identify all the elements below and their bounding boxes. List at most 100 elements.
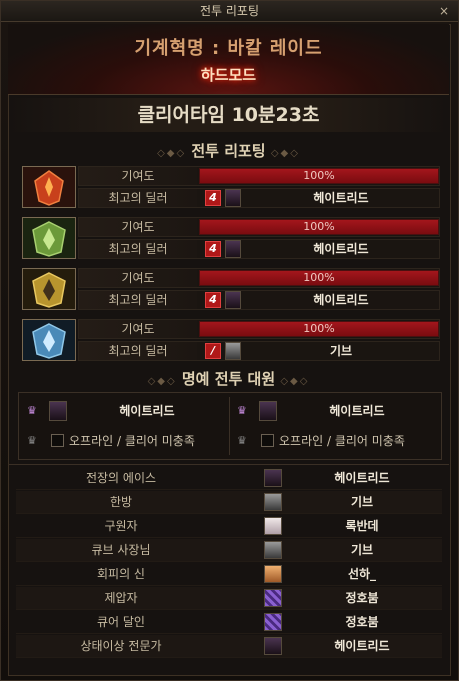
- award-row: 전장의 에이스 헤이트리드: [16, 467, 442, 490]
- divider-ornament-right: ◇◆◇: [280, 376, 310, 387]
- award-recipient: 헤이트리드: [334, 471, 390, 485]
- honor-section-heading: ◇◆◇ 명예 전투 대원 ◇◆◇: [8, 368, 449, 389]
- dungeon-header: 기계혁명 : 바칼 레이드 하드모드: [8, 24, 449, 95]
- orange-avatar: [264, 565, 282, 583]
- crown-icon: ♛: [237, 434, 247, 447]
- award-recipient: 정호붐: [345, 615, 379, 629]
- divider: [8, 464, 449, 465]
- award-title: 한방: [109, 495, 133, 509]
- award-title: 제압자: [104, 591, 138, 605]
- best-dealer-cell: 4 헤이트리드: [199, 240, 439, 258]
- award-recipient: 기브: [350, 495, 374, 509]
- contribution-label: 기여도: [79, 167, 197, 185]
- award-title: 전장의 에이스: [85, 471, 157, 485]
- contribution-bar: 100%: [199, 321, 439, 337]
- best-dealer-line: 최고의 딜러 4 헤이트리드: [78, 188, 440, 208]
- award-row: 큐어 달인 정호붐: [16, 611, 442, 634]
- dark-avatar: [225, 291, 241, 309]
- dark-avatar: [49, 401, 67, 421]
- best-dealer-label: 최고의 딜러: [79, 291, 197, 309]
- award-title: 회피의 신: [97, 567, 145, 581]
- best-dealer-cell: / 기브: [199, 342, 439, 360]
- divider-ornament-left: ◇◆◇: [157, 148, 187, 159]
- class-badge-icon: /: [205, 343, 221, 359]
- contribution-percent: 100%: [303, 169, 335, 182]
- honor-member-empty: ♛ 오프라인 / 클리어 미충족: [233, 429, 438, 453]
- contribution-percent: 100%: [303, 220, 335, 233]
- contribution-label: 기여도: [79, 320, 197, 338]
- honor-member-status: 오프라인 / 클리어 미충족: [279, 434, 405, 448]
- best-dealer-label: 최고의 딜러: [79, 189, 197, 207]
- contribution-bar: 100%: [199, 168, 439, 184]
- crown-icon: ♛: [27, 434, 37, 447]
- empty-slot-icon: [261, 434, 274, 447]
- contribution-line: 기여도 100%: [78, 217, 440, 237]
- boss-gold-icon: [22, 268, 76, 310]
- dark-avatar: [264, 469, 282, 487]
- boss-row: 기여도 100% 최고의 딜러 4 헤이트리드: [22, 166, 442, 210]
- boss-row: 기여도 100% 최고의 딜러 / 기브: [22, 319, 442, 363]
- window-titlebar[interactable]: 전투 리포팅 ×: [1, 1, 458, 22]
- white-avatar: [264, 517, 282, 535]
- gray-avatar: [225, 342, 241, 360]
- award-title: 큐어 달인: [97, 615, 145, 629]
- award-row: 회피의 신 선하_: [16, 563, 442, 586]
- dark-avatar: [264, 637, 282, 655]
- gray-avatar: [264, 493, 282, 511]
- dark-avatar: [225, 240, 241, 258]
- crown-icon: ♛: [237, 404, 247, 417]
- best-dealer-line: 최고의 딜러 4 헤이트리드: [78, 239, 440, 259]
- contribution-percent: 100%: [303, 322, 335, 335]
- best-dealer-line: 최고의 딜러 / 기브: [78, 341, 440, 361]
- dark-avatar: [259, 401, 277, 421]
- award-row: 구원자 록반데: [16, 515, 442, 538]
- best-dealer-name: 헤이트리드: [313, 293, 369, 307]
- boss-green-icon: [22, 217, 76, 259]
- contribution-line: 기여도 100%: [78, 268, 440, 288]
- best-dealer-name: 기브: [329, 344, 353, 358]
- boss-row: 기여도 100% 최고의 딜러 4 헤이트리드: [22, 217, 442, 261]
- award-row: 한방 기브: [16, 491, 442, 514]
- award-title: 구원자: [104, 519, 138, 533]
- award-title: 상태이상 전문가: [80, 639, 162, 653]
- award-row: 큐브 사장님 기브: [16, 539, 442, 562]
- best-dealer-name: 헤이트리드: [313, 242, 369, 256]
- best-dealer-label: 최고의 딜러: [79, 240, 197, 258]
- contribution-line: 기여도 100%: [78, 319, 440, 339]
- honor-member-status: 오프라인 / 클리어 미충족: [69, 434, 195, 448]
- contribution-bar: 100%: [199, 219, 439, 235]
- award-recipient: 정호붐: [345, 591, 379, 605]
- contribution-line: 기여도 100%: [78, 166, 440, 186]
- award-row: 상태이상 전문가 헤이트리드: [16, 635, 442, 658]
- class-badge-icon: 4: [205, 190, 221, 206]
- best-dealer-cell: 4 헤이트리드: [199, 189, 439, 207]
- boss-row: 기여도 100% 최고의 딜러 4 헤이트리드: [22, 268, 442, 312]
- empty-slot-icon: [51, 434, 64, 447]
- honor-member-empty: ♛ 오프라인 / 클리어 미충족: [23, 429, 228, 453]
- best-dealer-name: 헤이트리드: [313, 191, 369, 205]
- divider-ornament-left: ◇◆◇: [147, 376, 177, 387]
- dark-avatar: [225, 189, 241, 207]
- contribution-bar: 100%: [199, 270, 439, 286]
- honor-section-title: 명예 전투 대원: [181, 370, 276, 388]
- close-icon[interactable]: ×: [436, 3, 452, 19]
- boss-red-icon: [22, 166, 76, 208]
- clear-time: 클리어타임 10분23초: [8, 98, 449, 132]
- contribution-percent: 100%: [303, 271, 335, 284]
- boss-blue-icon: [22, 319, 76, 361]
- purple-avatar: [264, 589, 282, 607]
- best-dealer-label: 최고의 딜러: [79, 342, 197, 360]
- divider-ornament-right: ◇◆◇: [270, 148, 300, 159]
- honor-member-name: 헤이트리드: [119, 404, 175, 418]
- award-recipient: 록반데: [345, 519, 379, 533]
- report-section-title: 전투 리포팅: [191, 142, 266, 160]
- honor-members-box: ♛ 헤이트리드 ♛ 헤이트리드 ♛ 오프라인 / 클리어 미충족 ♛ 오프라인 …: [18, 392, 442, 460]
- honor-member[interactable]: ♛ 헤이트리드: [233, 399, 438, 423]
- honor-member-name: 헤이트리드: [329, 404, 385, 418]
- award-recipient: 선하_: [347, 567, 377, 581]
- window-title: 전투 리포팅: [199, 4, 259, 18]
- honor-member[interactable]: ♛ 헤이트리드: [23, 399, 228, 423]
- gray-avatar: [264, 541, 282, 559]
- contribution-label: 기여도: [79, 218, 197, 236]
- class-badge-icon: 4: [205, 292, 221, 308]
